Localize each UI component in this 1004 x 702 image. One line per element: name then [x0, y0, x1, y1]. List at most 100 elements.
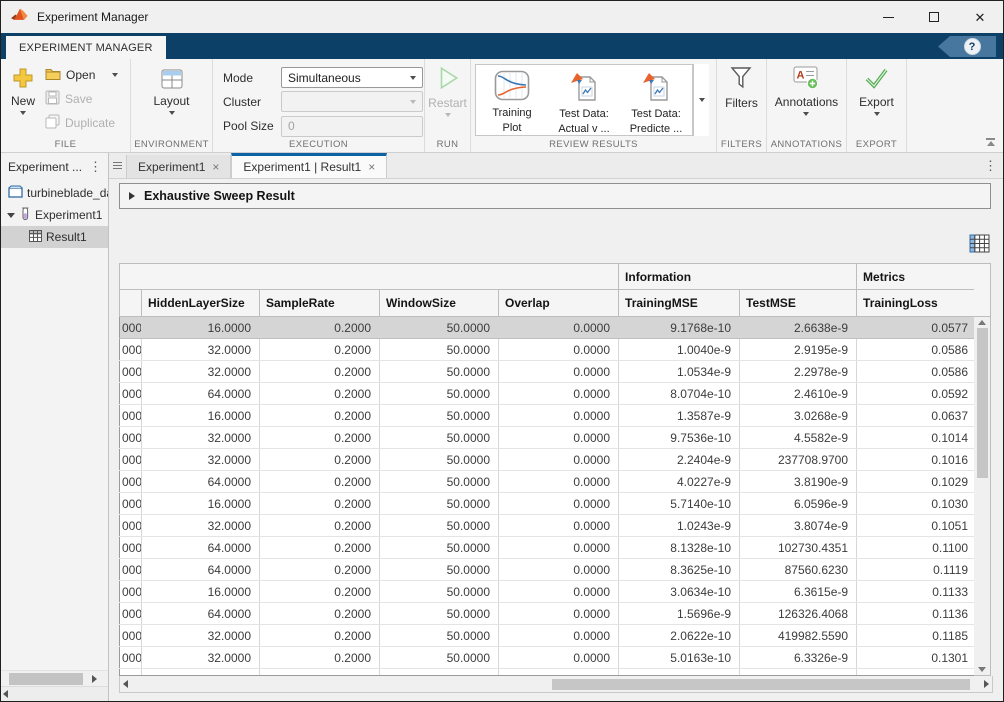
tree-item-result[interactable]: Result1 [1, 226, 108, 248]
table-cell[interactable]: 16.0000 [142, 581, 260, 603]
gallery-item-training-plot[interactable]: Training Plot [476, 65, 548, 135]
table-cell[interactable]: 000 [120, 493, 142, 515]
table-cell[interactable]: 0.2000 [260, 339, 380, 361]
table-cell[interactable]: 8.3625e-10 [619, 559, 740, 581]
table-cell[interactable]: 0.2000 [260, 625, 380, 647]
table-cell[interactable]: 50.0000 [380, 669, 499, 677]
table-row[interactable]: 00032.00000.200050.00000.00001.0243e-93.… [120, 515, 975, 537]
table-cell[interactable]: 0.0577 [857, 317, 975, 339]
table-cell[interactable]: 50.0000 [380, 559, 499, 581]
table-cell[interactable]: 0.0000 [499, 537, 619, 559]
table-cell[interactable]: 1.0040e-9 [619, 339, 740, 361]
sweep-result-header[interactable]: Exhaustive Sweep Result [119, 183, 991, 209]
table-cell[interactable]: 0.1136 [857, 603, 975, 625]
table-cell[interactable]: 000 [120, 405, 142, 427]
column-header[interactable]: TrainingMSE [619, 290, 740, 317]
table-cell[interactable]: 0.1100 [857, 537, 975, 559]
table-cell[interactable]: 0.2000 [260, 449, 380, 471]
table-cell[interactable]: 32.0000 [142, 647, 260, 669]
table-v-scrollbar[interactable] [974, 263, 991, 676]
table-cell[interactable]: 0.0000 [499, 361, 619, 383]
tab-close-icon[interactable]: × [212, 160, 219, 174]
table-cell[interactable]: 000 [120, 559, 142, 581]
open-button[interactable]: Open [41, 63, 122, 87]
table-cell[interactable]: 0.2000 [260, 581, 380, 603]
save-button[interactable]: Save [41, 87, 122, 111]
table-cell[interactable]: 0.2000 [260, 383, 380, 405]
table-cell[interactable]: 0.0000 [499, 317, 619, 339]
table-cell[interactable]: 0.0000 [499, 449, 619, 471]
table-cell[interactable]: 5.0163e-10 [619, 647, 740, 669]
table-cell[interactable]: 0.2000 [260, 471, 380, 493]
table-cell[interactable]: 0.0586 [857, 361, 975, 383]
table-cell[interactable]: 0.0000 [499, 603, 619, 625]
ribbon-tab-experiment-manager[interactable]: EXPERIMENT MANAGER [6, 36, 166, 59]
table-cell[interactable]: 0.2000 [260, 361, 380, 383]
scroll-right-icon[interactable] [984, 680, 989, 688]
table-cell[interactable]: 50.0000 [380, 537, 499, 559]
table-cell[interactable]: 6.3615e-9 [740, 581, 857, 603]
table-row[interactable]: 00064.00000.200050.00000.00001.1127e-94.… [120, 669, 975, 677]
scroll-left-icon[interactable] [123, 680, 128, 688]
table-cell[interactable]: 64.0000 [142, 383, 260, 405]
table-cell[interactable]: 4.5582e-9 [740, 427, 857, 449]
table-cell[interactable]: 50.0000 [380, 493, 499, 515]
scroll-down-icon[interactable] [978, 667, 986, 672]
tab-close-icon[interactable]: × [368, 160, 375, 174]
table-cell[interactable]: 50.0000 [380, 581, 499, 603]
table-cell[interactable]: 3.8074e-9 [740, 515, 857, 537]
table-row[interactable]: 00064.00000.200050.00000.00001.5696e-912… [120, 603, 975, 625]
table-cell[interactable]: 32.0000 [142, 361, 260, 383]
table-cell[interactable]: 0.0586 [857, 339, 975, 361]
scroll-left-icon[interactable] [3, 690, 8, 698]
table-cell[interactable]: 2.9195e-9 [740, 339, 857, 361]
table-cell[interactable]: 6.0596e-9 [740, 493, 857, 515]
table-cell[interactable]: 0.2000 [260, 427, 380, 449]
table-cell[interactable]: 000 [120, 339, 142, 361]
table-cell[interactable]: 0.2000 [260, 669, 380, 677]
table-cell[interactable]: 0.2000 [260, 493, 380, 515]
table-cell[interactable]: 0.0000 [499, 493, 619, 515]
table-cell[interactable]: 0.0000 [499, 581, 619, 603]
table-cell[interactable]: 000 [120, 581, 142, 603]
table-cell[interactable]: 1.1127e-9 [619, 669, 740, 677]
table-row[interactable]: 00032.00000.200050.00000.00001.0534e-92.… [120, 361, 975, 383]
table-cell[interactable]: 87560.6230 [740, 559, 857, 581]
scroll-right-icon[interactable] [92, 675, 97, 683]
table-cell[interactable]: 3.0634e-10 [619, 581, 740, 603]
table-row[interactable]: 00032.00000.200050.00000.00002.0622e-104… [120, 625, 975, 647]
table-cell[interactable]: 0.0000 [499, 339, 619, 361]
table-cell[interactable]: 64.0000 [142, 471, 260, 493]
table-cell[interactable]: 0.0000 [499, 647, 619, 669]
maximize-button[interactable] [911, 1, 957, 33]
table-row[interactable]: 00016.00000.200050.00000.00003.0634e-106… [120, 581, 975, 603]
table-cell[interactable]: 0.2000 [260, 317, 380, 339]
table-cell[interactable]: 50.0000 [380, 449, 499, 471]
table-cell[interactable]: 0.1185 [857, 625, 975, 647]
table-cell[interactable]: 50.0000 [380, 625, 499, 647]
table-cell[interactable]: 16.0000 [142, 317, 260, 339]
table-cell[interactable]: 6.3326e-9 [740, 647, 857, 669]
table-cell[interactable]: 32.0000 [142, 515, 260, 537]
new-button[interactable]: New [5, 63, 41, 137]
table-cell[interactable]: 0.0000 [499, 625, 619, 647]
table-cell[interactable]: 2.2978e-9 [740, 361, 857, 383]
table-cell[interactable]: 2.4610e-9 [740, 383, 857, 405]
table-cell[interactable]: 0.2000 [260, 647, 380, 669]
table-row[interactable]: 00064.00000.200050.00000.00008.1328e-101… [120, 537, 975, 559]
table-cell[interactable]: 0.0637 [857, 405, 975, 427]
table-cell[interactable]: 3.8190e-9 [740, 471, 857, 493]
table-cell[interactable]: 000 [120, 361, 142, 383]
table-cell[interactable]: 0.1030 [857, 493, 975, 515]
table-row[interactable]: 00032.00000.200050.00000.00001.0040e-92.… [120, 339, 975, 361]
table-view-button[interactable] [968, 233, 991, 255]
mode-select[interactable]: Simultaneous [281, 67, 423, 88]
gallery-item-test-data-predicted[interactable]: Test Data: Predicte ... [620, 65, 692, 135]
table-cell[interactable]: 1.5696e-9 [619, 603, 740, 625]
table-cell[interactable]: 0.0000 [499, 669, 619, 677]
table-cell[interactable]: 2.2404e-9 [619, 449, 740, 471]
table-cell[interactable]: 0.2000 [260, 537, 380, 559]
table-cell[interactable]: 9.7536e-10 [619, 427, 740, 449]
table-cell[interactable]: 16.0000 [142, 405, 260, 427]
table-cell[interactable]: 16.0000 [142, 493, 260, 515]
